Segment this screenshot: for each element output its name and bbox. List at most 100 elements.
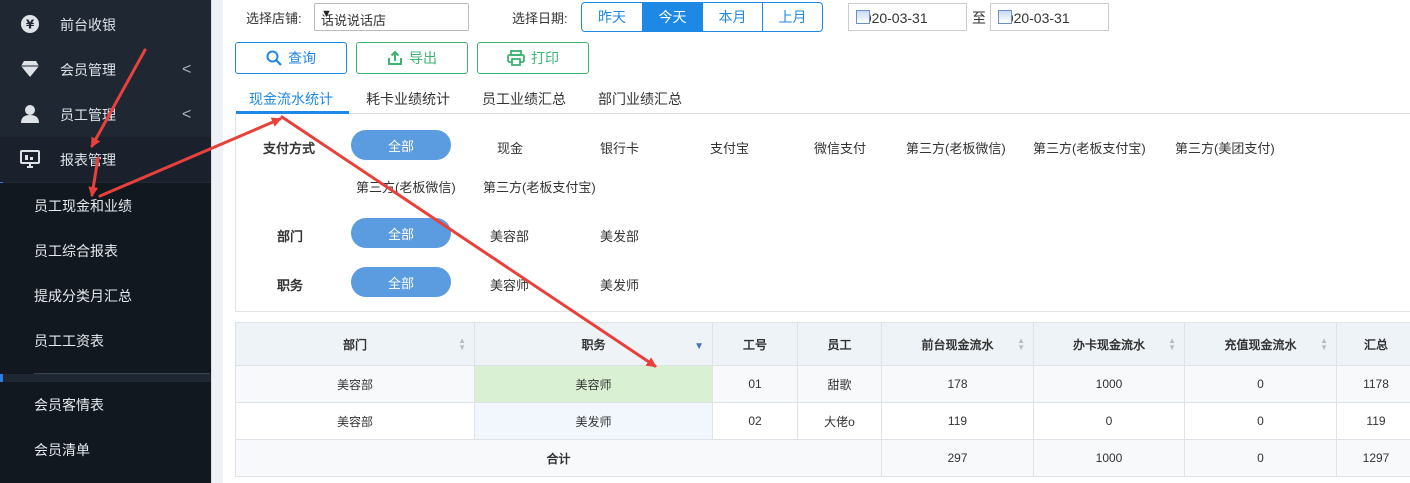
calendar-icon[interactable] xyxy=(856,10,870,24)
position-option-hairdresser[interactable]: 美发师 xyxy=(600,275,639,294)
caret-down-icon: ▼ xyxy=(321,8,332,20)
range-this-month-button[interactable]: 本月 xyxy=(702,2,763,32)
table-cell: 美容部 xyxy=(235,365,475,403)
printer-icon xyxy=(507,50,525,66)
store-select[interactable]: 话说说话店 ▼ xyxy=(314,3,469,31)
submenu-item-label: 会员客情表 xyxy=(34,397,104,413)
submenu-item-member-list[interactable]: 会员清单 xyxy=(0,427,211,483)
sort-icon[interactable]: ▲ ▼ xyxy=(458,337,466,352)
payment-option-meituan[interactable]: 第三方(美团支付) xyxy=(1175,138,1275,157)
sidebar-item-cashier[interactable]: ¥ 前台收银 xyxy=(0,2,211,47)
column-header-total[interactable]: 汇总 xyxy=(1336,322,1410,366)
sort-icon[interactable]: ▲ ▼ xyxy=(1168,337,1176,352)
submenu-item-commission-monthly[interactable]: 提成分类月汇总 xyxy=(0,273,211,318)
submenu-divider xyxy=(34,373,210,374)
column-header-recharge-cash[interactable]: 充值现金流水 ▲ ▼ xyxy=(1184,322,1337,366)
payment-option-wechat[interactable]: 微信支付 xyxy=(814,138,866,157)
sidebar: ¥ 前台收银 会员管理 < 员工管理 < 报表管理 员工现金和业绩 员工综合报表… xyxy=(0,0,223,483)
column-header-staff-id[interactable]: 工号 xyxy=(712,322,798,366)
total-cell: 1000 xyxy=(1033,439,1185,477)
payment-option-alipay[interactable]: 支付宝 xyxy=(710,138,749,157)
range-today-button[interactable]: 今天 xyxy=(642,2,703,32)
submenu-item-label: 会员清单 xyxy=(34,442,90,458)
column-header-department[interactable]: 部门 ▲ ▼ xyxy=(235,322,475,366)
submenu-item-label: 员工工资表 xyxy=(34,333,104,349)
sidebar-item-label: 会员管理 xyxy=(60,61,116,78)
payment-option-cash[interactable]: 现金 xyxy=(497,138,523,157)
sort-icon[interactable]: ▲ ▼ xyxy=(1320,337,1328,352)
submenu-item-staff-report[interactable]: 员工综合报表 xyxy=(0,228,211,273)
submenu-item-payroll[interactable]: 员工工资表 xyxy=(0,318,211,374)
payment-filter-label: 支付方式 xyxy=(263,141,316,156)
table-cell: 119 xyxy=(881,402,1034,440)
table-cell: 02 xyxy=(712,402,798,440)
date-to-separator: 至 xyxy=(972,10,986,26)
total-cell: 0 xyxy=(1184,439,1337,477)
table-cell: 0 xyxy=(1033,402,1185,440)
export-button[interactable]: 导出 xyxy=(356,42,468,74)
table-total-row: 合计 297 1000 0 1297 xyxy=(235,439,1410,477)
table-header-row: 部门 ▲ ▼ 职务 ▼ 工号 员工 前台现金流水 ▲ ▼ 办卡现金流水 ▲ ▼ 充值现金流水 ▲… xyxy=(235,322,1410,366)
table-cell: 美容师 xyxy=(474,365,713,403)
monitor-icon xyxy=(20,149,40,169)
calendar-icon[interactable] xyxy=(998,10,1012,24)
submenu-item-member-relations[interactable]: 会员客情表 xyxy=(0,382,211,427)
export-button-label: 导出 xyxy=(409,50,437,66)
tab-cash-flow[interactable]: 现金流水统计 xyxy=(249,89,333,109)
export-icon xyxy=(388,50,402,65)
payment-option-boss-alipay-2[interactable]: 第三方(老板支付宝) xyxy=(483,177,596,196)
tab-card-consumption[interactable]: 耗卡业绩统计 xyxy=(366,89,450,109)
sidebar-edge xyxy=(211,0,223,483)
payment-option-boss-wechat-2[interactable]: 第三方(老板微信) xyxy=(356,177,456,196)
total-cell: 297 xyxy=(881,439,1034,477)
column-header-staff[interactable]: 员工 xyxy=(797,322,882,366)
range-yesterday-button[interactable]: 昨天 xyxy=(581,2,643,32)
print-button[interactable]: 打印 xyxy=(477,42,589,74)
department-all-pill[interactable]: 全部 xyxy=(351,218,451,248)
column-header-card-cash[interactable]: 办卡现金流水 ▲ ▼ xyxy=(1033,322,1185,366)
table-row[interactable]: 美容部 美发师 02 大佬o 119 0 0 119 xyxy=(235,402,1410,440)
chevron-left-icon: < xyxy=(182,60,192,78)
payment-option-boss-alipay[interactable]: 第三方(老板支付宝) xyxy=(1033,138,1146,157)
department-option-beauty[interactable]: 美容部 xyxy=(490,226,529,245)
table-cell: 美容部 xyxy=(235,402,475,440)
sidebar-item-label: 前台收银 xyxy=(60,16,116,33)
sidebar-item-label: 员工管理 xyxy=(60,106,116,123)
table-cell: 美发师 xyxy=(474,402,713,440)
tab-department-performance[interactable]: 部门业绩汇总 xyxy=(598,89,682,109)
payment-all-pill[interactable]: 全部 xyxy=(351,130,451,160)
table-row[interactable]: 美容部 美容师 01 甜歌 178 1000 0 1178 xyxy=(235,365,1410,403)
cash-flow-table: 部门 ▲ ▼ 职务 ▼ 工号 员工 前台现金流水 ▲ ▼ 办卡现金流水 ▲ ▼ 充值现金流水 ▲… xyxy=(235,322,1410,477)
position-filter-label: 职务 xyxy=(277,278,304,293)
position-option-beautician[interactable]: 美容师 xyxy=(490,275,529,294)
sort-desc-icon[interactable]: ▼ xyxy=(694,341,704,352)
query-button[interactable]: 查询 xyxy=(235,42,347,74)
payment-option-boss-wechat[interactable]: 第三方(老板微信) xyxy=(906,138,1006,157)
column-header-position[interactable]: 职务 ▼ xyxy=(474,322,713,366)
tab-staff-performance[interactable]: 员工业绩汇总 xyxy=(482,89,566,109)
sidebar-item-members[interactable]: 会员管理 < xyxy=(0,47,211,92)
sort-icon[interactable]: ▲ ▼ xyxy=(1017,337,1025,352)
submenu-item-label: 员工现金和业绩 xyxy=(34,198,132,214)
submenu-item-cash-performance[interactable]: 员工现金和业绩 xyxy=(0,183,211,228)
query-button-label: 查询 xyxy=(288,50,316,66)
table-cell: 1000 xyxy=(1033,365,1185,403)
chevron-left-icon: < xyxy=(182,105,192,123)
user-icon xyxy=(20,104,40,124)
print-button-label: 打印 xyxy=(531,50,559,66)
date-to-input[interactable]: 2020-03-31 xyxy=(990,3,1109,31)
column-header-front-desk-cash[interactable]: 前台现金流水 ▲ ▼ xyxy=(881,322,1034,366)
date-label: 选择日期: xyxy=(512,11,568,26)
sidebar-item-staff[interactable]: 员工管理 < xyxy=(0,92,211,137)
table-cell: 178 xyxy=(881,365,1034,403)
position-all-pill[interactable]: 全部 xyxy=(351,267,451,297)
range-last-month-button[interactable]: 上月 xyxy=(762,2,823,32)
sidebar-item-label: 报表管理 xyxy=(60,151,116,168)
sidebar-item-reports[interactable]: 报表管理 xyxy=(0,137,211,182)
table-cell: 1178 xyxy=(1336,365,1410,403)
search-icon xyxy=(266,50,282,66)
table-cell: 甜歌 xyxy=(797,365,882,403)
date-from-input[interactable]: 2020-03-31 xyxy=(848,3,967,31)
payment-option-bankcard[interactable]: 银行卡 xyxy=(600,138,639,157)
department-option-hair[interactable]: 美发部 xyxy=(600,226,639,245)
